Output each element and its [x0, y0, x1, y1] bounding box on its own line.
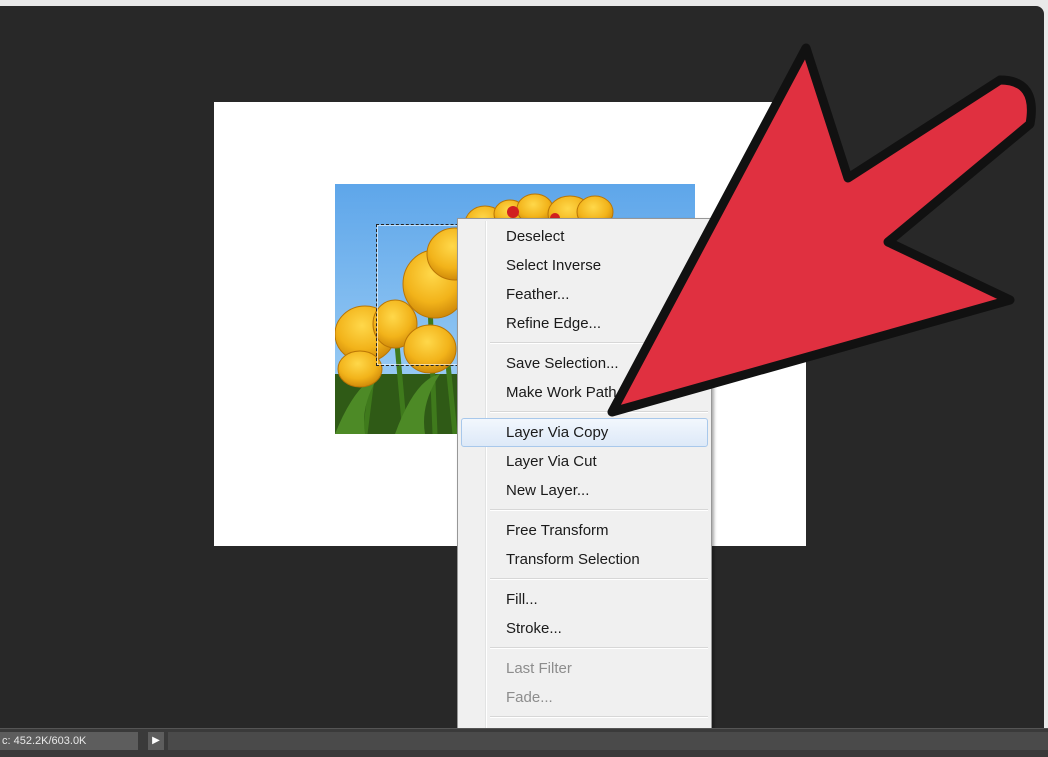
menu-separator [490, 411, 708, 413]
menu-item-last-filter: Last Filter [506, 660, 572, 677]
app-frame: Deselect Select Inverse Feather... Refine E… [0, 0, 1048, 757]
menu-separator [490, 509, 708, 511]
menu-item-make-work-path[interactable]: Make Work Path... [461, 378, 708, 407]
context-menu: Deselect Select Inverse Feather... Refine E… [457, 218, 712, 757]
menu-item-stroke[interactable]: Stroke... [461, 614, 708, 643]
menu-item-feather[interactable]: Feather... [461, 280, 708, 309]
menu-item-refine-edge[interactable]: Refine Edge... [461, 309, 708, 338]
menu-item-deselect[interactable]: Deselect [461, 222, 708, 251]
status-menu-arrow-icon[interactable]: ▶ [148, 732, 164, 750]
menu-item-select-inverse[interactable]: Select Inverse [461, 251, 708, 280]
menu-item-save-selection[interactable]: Save Selection... [461, 349, 708, 378]
menu-item-new-layer[interactable]: New Layer... [461, 476, 708, 505]
status-bar: c: 452.2K/603.0K ▶ [0, 728, 1048, 757]
menu-separator [490, 578, 708, 580]
menu-item-transform-selection[interactable]: Transform Selection [461, 545, 708, 574]
menu-item-free-transform[interactable]: Free Transform [461, 516, 708, 545]
menu-item-layer-via-copy[interactable]: Layer Via Copy [461, 418, 708, 447]
status-scrollbar[interactable] [168, 732, 1048, 750]
menu-separator [490, 647, 708, 649]
menu-separator [490, 342, 708, 344]
menu-item-fill[interactable]: Fill... [461, 585, 708, 614]
menu-item-fade: Fade... [506, 689, 553, 706]
document-size-readout: c: 452.2K/603.0K [0, 732, 138, 750]
menu-item-layer-via-cut[interactable]: Layer Via Cut [461, 447, 708, 476]
menu-separator [490, 716, 708, 718]
